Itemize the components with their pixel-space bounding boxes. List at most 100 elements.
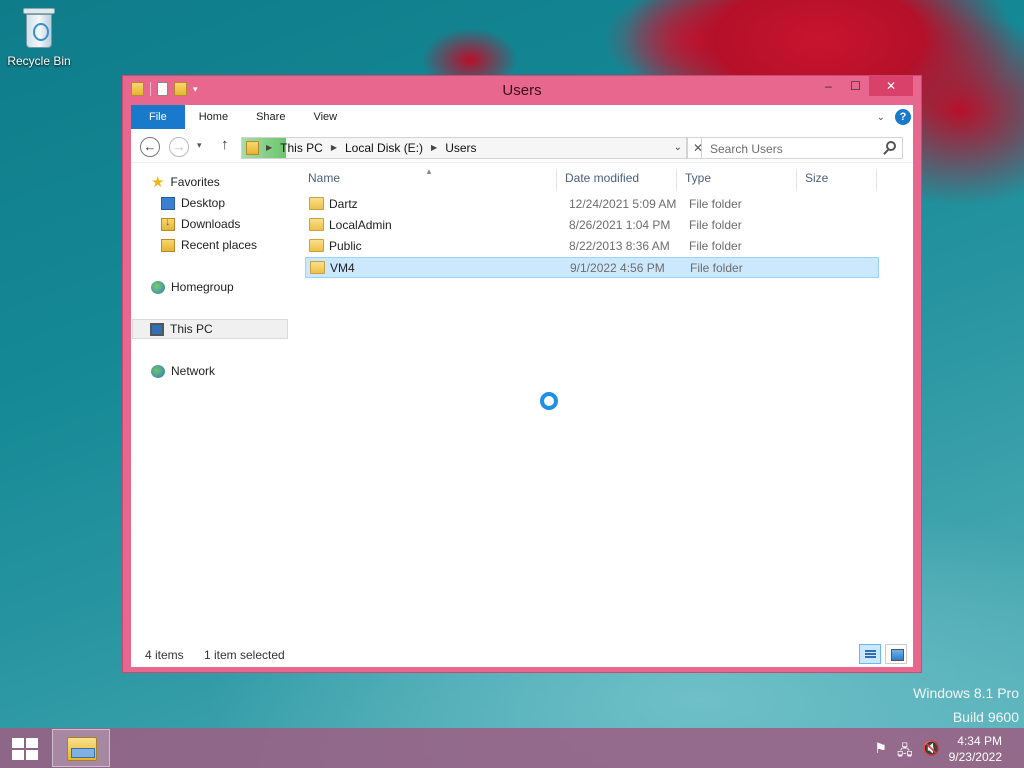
- recycle-bin[interactable]: Recycle Bin: [6, 6, 72, 68]
- minimize-button[interactable]: –: [815, 76, 842, 96]
- nav-label: This PC: [170, 322, 213, 336]
- clock-date: 9/23/2022: [948, 750, 1002, 764]
- nav-network[interactable]: Network: [151, 362, 215, 380]
- file-date: 9/1/2022 4:56 PM: [570, 261, 665, 275]
- desktop-icon: [161, 196, 175, 210]
- chevron-right-icon[interactable]: ▶: [331, 138, 337, 158]
- clock[interactable]: 4:34 PM 9/23/2022: [949, 733, 1002, 765]
- file-list: ▲ Name Date modified Type Size Dartz 12/…: [301, 163, 913, 643]
- chevron-right-icon[interactable]: ▶: [266, 138, 272, 158]
- table-row[interactable]: Dartz 12/24/2021 5:09 AM File folder: [305, 194, 879, 215]
- explorer-window: ▾ Users – ☐ ✕ File Home Share View ⌄ ? ←…: [122, 75, 922, 673]
- file-name: LocalAdmin: [329, 218, 392, 232]
- file-date: 12/24/2021 5:09 AM: [569, 197, 677, 211]
- volume-muted-icon[interactable]: 🔇: [923, 740, 940, 764]
- nav-this-pc[interactable]: This PC: [132, 319, 288, 339]
- loading-spinner-icon: [540, 392, 558, 410]
- search-input[interactable]: Search Users: [701, 137, 903, 159]
- tab-home[interactable]: Home: [185, 105, 242, 129]
- back-button[interactable]: ←: [140, 137, 160, 157]
- help-icon[interactable]: ?: [895, 109, 911, 125]
- up-button[interactable]: ↑: [221, 136, 229, 153]
- address-dropdown-button[interactable]: ⌄: [674, 138, 682, 158]
- tab-view[interactable]: View: [299, 105, 351, 129]
- folder-icon: [310, 261, 325, 274]
- tab-file[interactable]: File: [131, 105, 185, 129]
- recycle-bin-label: Recycle Bin: [7, 54, 71, 68]
- ribbon-tabs: File Home Share View ⌄ ?: [131, 105, 913, 129]
- breadcrumb-local-disk[interactable]: Local Disk (E:): [345, 138, 423, 158]
- nav-downloads[interactable]: Downloads: [161, 215, 240, 233]
- recent-locations-button[interactable]: ▾: [197, 140, 202, 151]
- network-icon: [151, 364, 165, 378]
- item-count: 4 items: [145, 648, 184, 662]
- taskbar-file-explorer[interactable]: [52, 729, 110, 767]
- breadcrumb-this-pc[interactable]: This PC: [280, 138, 323, 158]
- address-bar[interactable]: ▶ This PC ▶ Local Disk (E:) ▶ Users ⌄: [241, 137, 687, 159]
- sort-ascending-icon: ▲: [425, 167, 433, 176]
- table-row-selected[interactable]: VM4 9/1/2022 4:56 PM File folder: [305, 257, 879, 278]
- star-icon: ★: [151, 173, 165, 191]
- computer-icon: [150, 322, 164, 336]
- file-type: File folder: [689, 218, 742, 232]
- nav-label: Downloads: [181, 217, 241, 231]
- file-name: VM4: [330, 261, 355, 275]
- table-row[interactable]: Public 8/22/2013 8:36 AM File folder: [305, 236, 879, 257]
- file-name: Public: [329, 239, 362, 253]
- column-header-date-modified[interactable]: Date modified: [557, 169, 677, 191]
- tab-share[interactable]: Share: [242, 105, 299, 129]
- search-placeholder: Search Users: [710, 142, 783, 156]
- network-icon[interactable]: 🖧: [897, 740, 913, 764]
- file-date: 8/22/2013 8:36 AM: [569, 239, 670, 253]
- selection-count: 1 item selected: [204, 648, 285, 662]
- recent-places-icon: [161, 238, 175, 252]
- folder-icon: [246, 141, 259, 155]
- file-name: Dartz: [329, 197, 358, 211]
- windows-logo-icon: [12, 738, 24, 748]
- taskbar: ⚑ 🖧 🔇 4:34 PM 9/23/2022: [0, 728, 1024, 768]
- forward-button[interactable]: →: [169, 137, 189, 157]
- window-title: Users: [502, 82, 542, 99]
- content-area: ★ Favorites Desktop Downloads Recent pla…: [131, 163, 913, 643]
- breadcrumb-users[interactable]: Users: [445, 138, 476, 158]
- column-header-size[interactable]: Size: [797, 169, 877, 191]
- start-button[interactable]: [12, 738, 38, 760]
- folder-icon: [309, 218, 324, 231]
- nav-label: Network: [171, 364, 216, 378]
- nav-label: Recent places: [181, 238, 258, 252]
- recycle-bin-icon: [21, 6, 57, 50]
- nav-label: Homegroup: [171, 280, 234, 294]
- navigation-bar: ← → ▾ ↑ ▶ This PC ▶ Local Disk (E:) ▶ Us…: [131, 129, 913, 163]
- nav-label: Favorites: [170, 175, 220, 189]
- nav-label: Desktop: [181, 196, 226, 210]
- nav-homegroup[interactable]: Homegroup: [151, 278, 234, 296]
- flag-icon[interactable]: ⚑: [874, 740, 887, 764]
- table-row[interactable]: LocalAdmin 8/26/2021 1:04 PM File folder: [305, 215, 879, 236]
- status-bar: 4 items 1 item selected: [131, 643, 913, 667]
- folder-icon: [309, 239, 324, 252]
- file-explorer-icon: [67, 737, 97, 761]
- os-watermark-edition: Windows 8.1 Pro: [913, 685, 1019, 701]
- downloads-icon: [161, 216, 175, 231]
- nav-desktop[interactable]: Desktop: [161, 194, 225, 212]
- file-date: 8/26/2021 1:04 PM: [569, 218, 671, 232]
- column-header-type[interactable]: Type: [677, 169, 797, 191]
- homegroup-icon: [151, 280, 165, 294]
- column-header-name[interactable]: ▲ Name: [301, 167, 557, 191]
- title-bar[interactable]: ▾ Users – ☐ ✕: [123, 76, 921, 104]
- close-button[interactable]: ✕: [869, 76, 913, 96]
- nav-favorites[interactable]: ★ Favorites: [151, 173, 220, 191]
- file-type: File folder: [690, 261, 743, 275]
- nav-recent-places[interactable]: Recent places: [161, 236, 257, 254]
- chevron-right-icon[interactable]: ▶: [431, 138, 437, 158]
- navigation-pane: ★ Favorites Desktop Downloads Recent pla…: [131, 163, 291, 643]
- maximize-button[interactable]: ☐: [842, 76, 869, 96]
- details-view-button[interactable]: [859, 644, 881, 664]
- file-type: File folder: [689, 197, 742, 211]
- folder-icon: [309, 197, 324, 210]
- expand-ribbon-icon[interactable]: ⌄: [877, 112, 885, 123]
- large-icons-view-button[interactable]: [885, 644, 907, 664]
- clock-time: 4:34 PM: [957, 734, 1002, 748]
- search-icon[interactable]: [886, 141, 896, 151]
- os-watermark-build: Build 9600: [952, 709, 1019, 725]
